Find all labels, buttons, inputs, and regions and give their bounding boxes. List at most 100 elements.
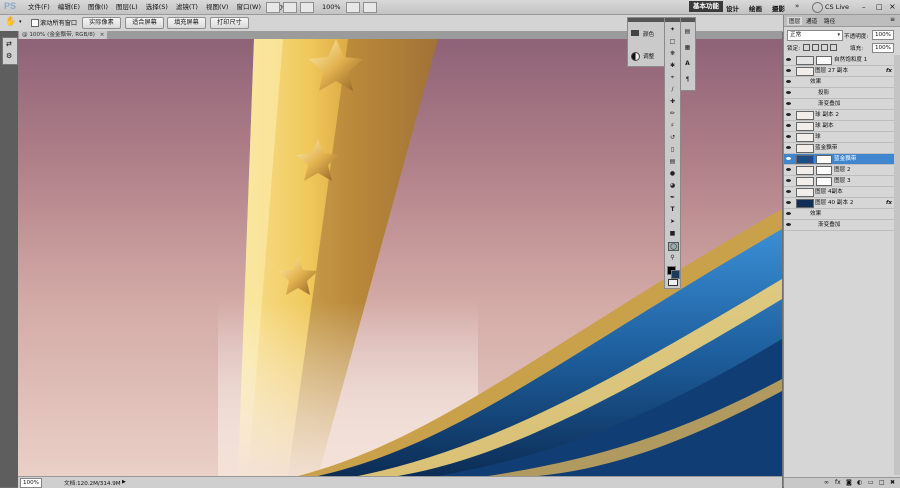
workspace-photography[interactable]: 摄影 [772,3,785,13]
layer-row[interactable]: 投影 [784,88,894,99]
panel-tool-icon[interactable]: ⚙ [6,52,12,60]
menu-item[interactable]: 视图(V) [202,2,233,12]
workspace-painting[interactable]: 绘画 [749,3,762,13]
gradient-tool-icon[interactable]: ▤ [668,158,677,165]
history-brush-tool-icon[interactable]: ↺ [668,134,677,141]
lock-all-icon[interactable] [830,44,837,51]
opacity-input[interactable]: 100% [872,30,894,40]
eraser-tool-icon[interactable]: ▯ [668,146,677,153]
scroll-all-checkbox[interactable] [31,19,39,27]
document-tab[interactable]: @ 100% (金金飘带, RGB/8) × [19,31,108,39]
history-panel-icon[interactable]: ▤ [683,28,692,35]
fill-input[interactable]: 100% [872,43,894,53]
mask-icon[interactable]: ◙ [846,479,852,486]
visibility-eye-icon[interactable] [786,113,791,116]
pen-tool-icon[interactable]: ✒ [668,194,677,201]
brush-tool-icon[interactable]: ✏ [668,110,677,117]
lock-pixels-icon[interactable] [812,44,819,51]
lock-transparent-icon[interactable] [803,44,810,51]
visibility-eye-icon[interactable] [786,124,791,127]
adjustments-icon[interactable] [631,52,640,61]
shape-tool-icon[interactable]: ■ [668,230,677,237]
move-tool-icon[interactable]: ✦ [668,26,677,33]
icon-strip-header[interactable] [681,18,695,22]
path-select-tool-icon[interactable]: ➤ [668,218,677,225]
tab-close-icon[interactable]: × [100,32,105,38]
screen-mode-icon[interactable] [363,2,377,13]
character-panel-icon[interactable]: A [683,60,692,67]
visibility-eye-icon[interactable] [786,135,791,138]
menu-item[interactable]: 文件(F) [24,2,54,12]
restore-icon[interactable]: □ [876,3,883,11]
visibility-eye-icon[interactable] [786,146,791,149]
adjustments-label[interactable]: 调整 [643,52,654,60]
tab-channels[interactable]: 通道 [806,17,817,25]
visibility-eye-icon[interactable] [786,69,791,72]
layer-row[interactable]: 蓝金飘带 [784,154,894,165]
eyedropper-tool-icon[interactable]: ∕ [668,86,677,93]
fx-icon[interactable]: fx [835,479,841,486]
layer-fx-badge[interactable]: fx [886,198,892,208]
workspace-design[interactable]: 设计 [726,3,739,13]
layer-row[interactable]: 效果 [784,209,894,220]
menu-item[interactable]: 图像(I) [84,2,112,12]
visibility-eye-icon[interactable] [786,179,791,182]
menu-item[interactable]: 选择(S) [142,2,172,12]
print-size-button[interactable]: 打印尺寸 [210,17,249,29]
blur-tool-icon[interactable]: ● [668,170,677,177]
menu-item[interactable]: 滤镜(T) [172,2,202,12]
layer-row[interactable]: 效果 [784,77,894,88]
fit-screen-button[interactable]: 适合屏幕 [125,17,164,29]
lasso-tool-icon[interactable]: ❋ [668,50,677,57]
visibility-eye-icon[interactable] [786,91,791,94]
layer-row[interactable]: 渐变叠加 [784,99,894,110]
lock-position-icon[interactable] [821,44,828,51]
document-info[interactable]: 文档:120.2M/314.9M [64,479,121,487]
menu-item[interactable]: 编辑(E) [54,2,84,12]
tool-preset-chevron-icon[interactable]: ▾ [19,19,22,25]
tools-panel-header[interactable] [665,18,680,22]
3d-rotate-tool-icon[interactable]: ◯ [668,242,679,251]
visibility-eye-icon[interactable] [786,212,791,215]
swatches-panel-icon[interactable]: ▦ [683,44,692,51]
panel-header[interactable] [628,18,668,22]
workspace-more[interactable]: » [795,2,799,10]
visibility-eye-icon[interactable] [786,201,791,204]
layer-row[interactable]: 球 副本 2 [784,110,894,121]
link-icon[interactable]: ∞ [824,479,829,486]
healing-brush-tool-icon[interactable]: ✚ [668,98,677,105]
layer-row[interactable]: 图层 27 副本 fx [784,66,894,77]
view-extras-icon[interactable] [300,2,314,13]
new-layer-icon[interactable]: □ [879,479,885,486]
close-icon[interactable]: × [889,2,896,11]
visibility-eye-icon[interactable] [786,157,791,160]
layer-row[interactable]: 图层 2 [784,165,894,176]
layer-row[interactable]: 图层 3 [784,176,894,187]
fill-screen-button[interactable]: 填充屏幕 [167,17,206,29]
background-color-swatch[interactable] [671,270,680,279]
visibility-eye-icon[interactable] [786,168,791,171]
layers-scrollbar[interactable] [894,55,900,475]
type-tool-icon[interactable]: T [668,206,677,213]
menu-item[interactable]: 窗口(W) [232,2,265,12]
tab-paths[interactable]: 路径 [824,17,835,25]
zoom-tool-icon[interactable]: ⚲ [668,254,677,261]
arrange-icon[interactable] [346,2,360,13]
crop-tool-icon[interactable]: ⌖ [668,74,677,81]
minimize-icon[interactable]: – [862,3,866,11]
panel-arrows-icon[interactable]: ⇄ [6,40,12,48]
layer-row[interactable]: 球 副本 [784,121,894,132]
color-panel-label[interactable]: 颜色 [643,30,654,38]
visibility-eye-icon[interactable] [786,80,791,83]
cs-live-button[interactable]: CS Live [825,3,849,11]
workspace-essentials[interactable]: 基本功能 [689,1,723,12]
status-arrow-icon[interactable]: ▶ [122,479,126,485]
tab-layers[interactable]: 图层 [787,17,803,25]
layer-row[interactable]: 蓝金飘带 [784,143,894,154]
visibility-eye-icon[interactable] [786,223,791,226]
layer-row[interactable]: 渐变叠加 [784,220,894,231]
visibility-eye-icon[interactable] [786,58,791,61]
zoom-level[interactable]: 100% [322,3,341,11]
actual-pixels-button[interactable]: 实际像素 [82,17,121,29]
layer-row[interactable]: 图层 4副本 [784,187,894,198]
